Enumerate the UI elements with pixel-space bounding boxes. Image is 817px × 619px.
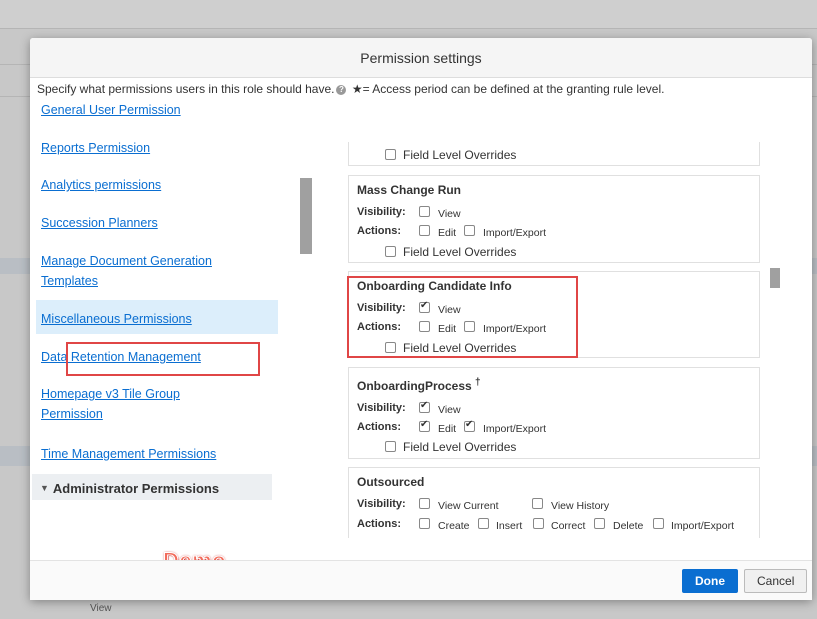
dialog-footer: Done Cancel xyxy=(30,560,812,600)
import-export-checkbox[interactable] xyxy=(464,225,475,236)
cancel-button[interactable]: Cancel xyxy=(744,569,808,593)
import-export-label: Import/Export xyxy=(483,423,547,435)
dialog-title: Permission settings xyxy=(30,38,812,78)
view-checkbox[interactable] xyxy=(419,206,430,217)
view-history-checkbox[interactable] xyxy=(532,498,543,509)
right-scrollbar-thumb[interactable] xyxy=(770,268,780,288)
help-icon[interactable]: ? xyxy=(336,84,347,95)
import-export-checkbox[interactable] xyxy=(653,518,664,529)
nav-item-analytics-permissions[interactable]: Analytics permissions xyxy=(41,175,161,195)
background-view-text: View xyxy=(90,603,112,614)
permission-title-text: OnboardingProcess xyxy=(357,379,472,393)
permission-title: Mass Change Run xyxy=(357,183,462,197)
visibility-label: Visibility: xyxy=(357,402,406,414)
highlight-onboarding-candidate-info xyxy=(347,276,578,358)
permission-block-partial: Field Level Overrides xyxy=(348,142,760,166)
field-level-overrides-checkbox[interactable] xyxy=(385,441,396,452)
access-period-note: ★= Access period can be defined at the g… xyxy=(351,82,665,96)
create-label: Create xyxy=(438,520,470,532)
field-level-overrides-checkbox[interactable] xyxy=(385,246,396,257)
field-level-overrides-label: Field Level Overrides xyxy=(403,245,517,259)
delete-label: Delete xyxy=(613,520,644,532)
permission-block-outsourced: Outsourced Visibility: View Current View… xyxy=(348,467,760,538)
nav-item-manage-document-generation[interactable]: Manage Document Generation Templates xyxy=(41,251,241,291)
caret-down-icon: ▼ xyxy=(40,483,49,493)
done-button[interactable]: Done xyxy=(682,569,738,593)
view-history-label: View History xyxy=(551,500,610,512)
dagger-marker: † xyxy=(475,377,481,388)
nav-item-miscellaneous-permissions[interactable]: Miscellaneous Permissions xyxy=(41,309,192,329)
nav-item-time-management-permissions[interactable]: Time Management Permissions xyxy=(41,444,216,464)
view-current-label: View Current xyxy=(438,500,499,512)
actions-label: Actions: xyxy=(357,225,401,237)
permission-block-mass-change-run: Mass Change Run Visibility: View Actions… xyxy=(348,175,760,263)
insert-label: Insert xyxy=(496,520,523,532)
nav-group-administrator-permissions[interactable]: ▼ Administrator Permissions xyxy=(32,474,272,500)
edit-label: Edit xyxy=(438,227,457,239)
background-divider xyxy=(0,28,817,29)
edit-label: Edit xyxy=(438,423,457,435)
create-checkbox[interactable] xyxy=(419,518,430,529)
highlight-miscellaneous-permissions xyxy=(66,342,260,376)
view-label: View xyxy=(438,404,461,416)
nav-item-reports-permission[interactable]: Reports Permission xyxy=(41,138,150,158)
nav-item-homepage-tile-group[interactable]: Homepage v3 Tile Group Permission xyxy=(41,384,231,424)
nav-group-label: Administrator Permissions xyxy=(52,480,220,496)
import-export-label: Import/Export xyxy=(671,520,735,532)
visibility-label: Visibility: xyxy=(357,206,406,218)
view-checkbox-checked[interactable] xyxy=(419,400,430,413)
left-scrollbar-thumb[interactable] xyxy=(300,178,312,254)
edit-checkbox[interactable] xyxy=(419,225,430,236)
import-export-label: Import/Export xyxy=(483,227,547,239)
field-level-overrides-label: Field Level Overrides xyxy=(403,440,517,454)
permission-block-onboarding-process: OnboardingProcess † Visibility: View Act… xyxy=(348,367,760,459)
import-export-checkbox-checked[interactable] xyxy=(464,419,475,432)
field-level-overrides-label: Field Level Overrides xyxy=(403,148,517,162)
actions-label: Actions: xyxy=(357,421,401,433)
nav-item-general-user-permission[interactable]: General User Permission xyxy=(41,100,181,120)
permission-title: OnboardingProcess † xyxy=(357,377,481,393)
edit-checkbox-checked[interactable] xyxy=(419,419,430,432)
instructions-main: Specify what permissions users in this r… xyxy=(37,82,335,96)
permission-categories-list: General User Permission Reports Permissi… xyxy=(30,100,286,500)
background-header xyxy=(0,0,817,28)
correct-checkbox[interactable] xyxy=(533,518,544,529)
view-current-checkbox[interactable] xyxy=(419,498,430,509)
instructions-text: Specify what permissions users in this r… xyxy=(37,82,664,96)
correct-label: Correct xyxy=(551,520,586,532)
visibility-label: Visibility: xyxy=(357,498,406,510)
nav-item-succession-planners[interactable]: Succession Planners xyxy=(41,213,158,233)
actions-label: Actions: xyxy=(357,518,401,530)
insert-checkbox[interactable] xyxy=(478,518,489,529)
view-label: View xyxy=(438,208,461,220)
delete-checkbox[interactable] xyxy=(594,518,605,529)
permission-title: Outsourced xyxy=(357,475,425,489)
field-level-overrides-checkbox[interactable] xyxy=(385,149,396,160)
